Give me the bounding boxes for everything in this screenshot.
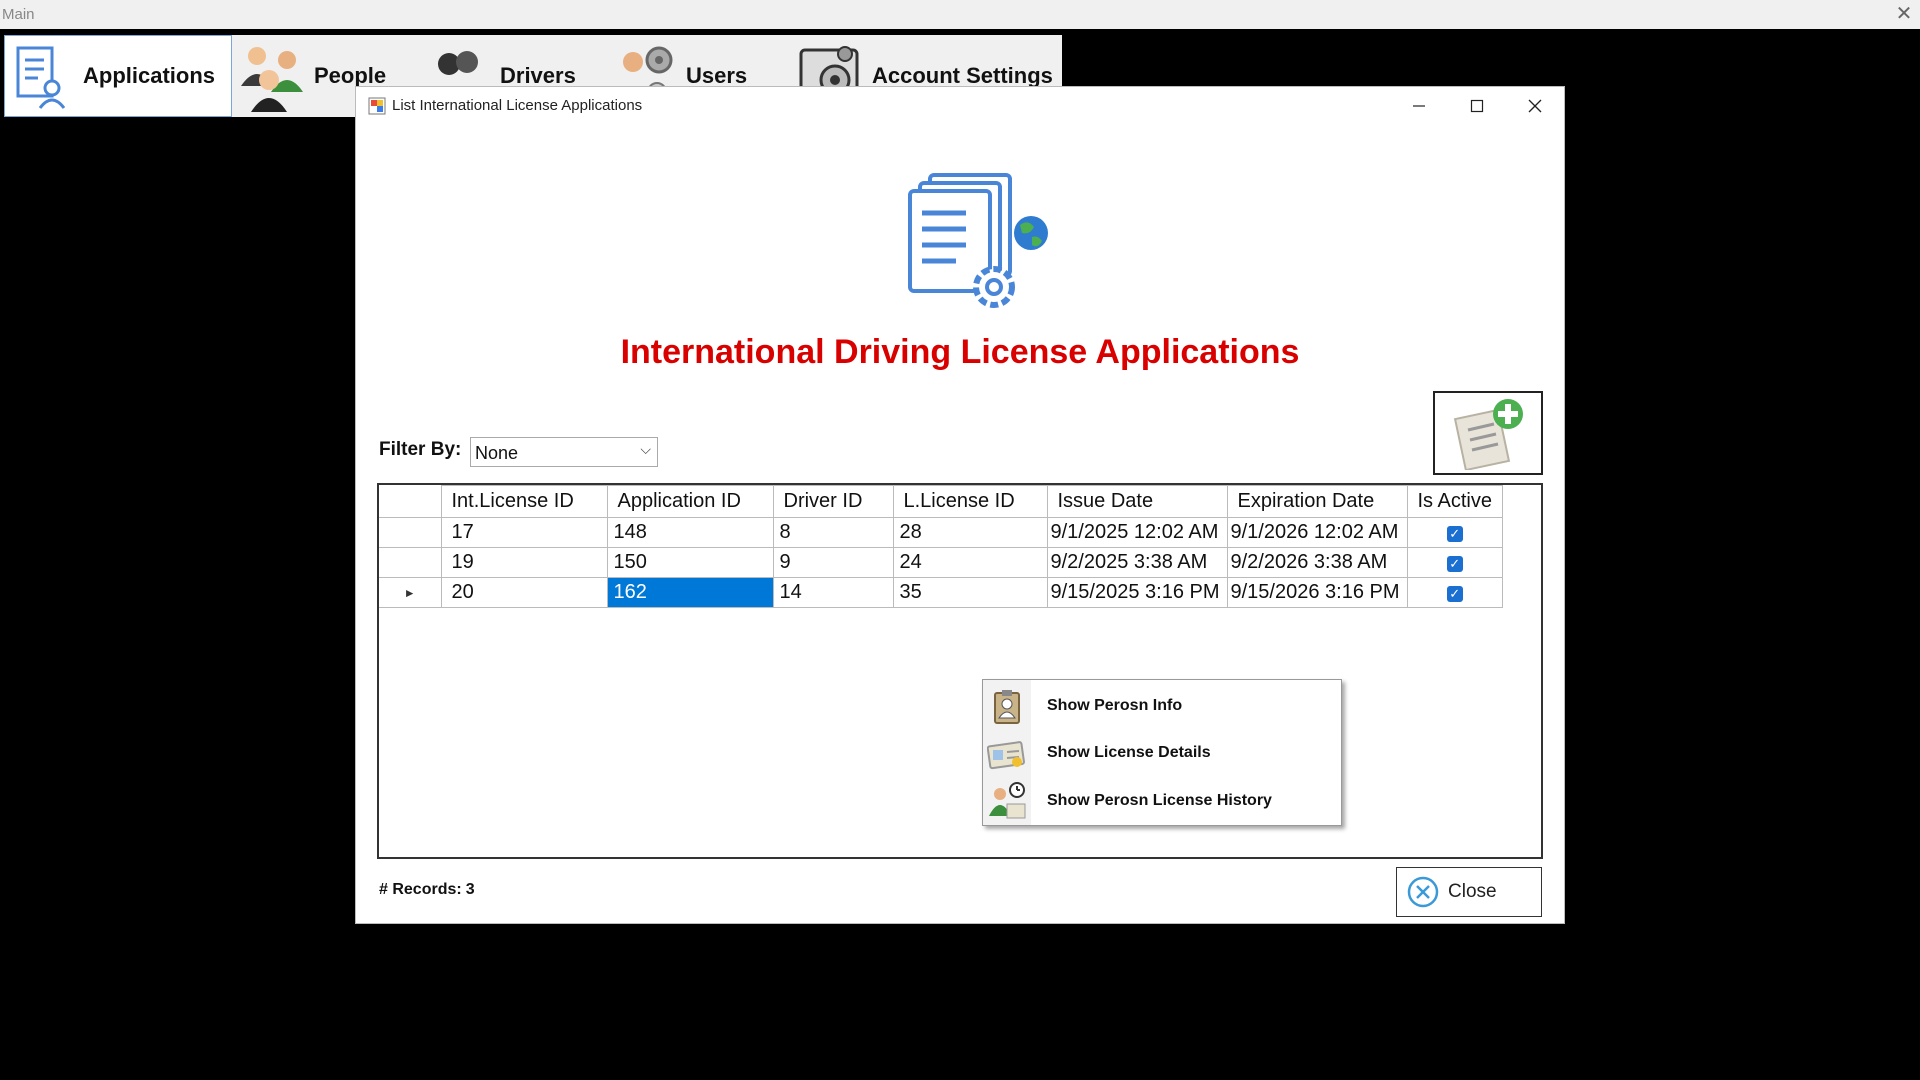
add-international-license-button[interactable]	[1433, 391, 1543, 475]
cell-driver-id[interactable]: 9	[772, 547, 894, 578]
minimize-icon	[1413, 105, 1425, 107]
row-header[interactable]	[379, 547, 442, 578]
context-item-show-person-info[interactable]: Show Perosn Info	[983, 683, 1341, 729]
dialog-title: List International License Applications	[392, 97, 643, 114]
maximize-icon	[1470, 99, 1484, 113]
cell-driver-id[interactable]: 14	[772, 577, 894, 608]
chevron-down-icon: ⌵	[640, 441, 651, 457]
close-circle-icon	[1407, 876, 1439, 908]
cell-issue-date[interactable]: 9/15/2025 3:16 PM	[1046, 577, 1228, 608]
column-header[interactable]: Driver ID	[772, 485, 894, 518]
cell-application-id[interactable]: 148	[606, 517, 774, 548]
row-header-corner	[379, 485, 442, 518]
cell-expiration-date[interactable]: 9/1/2026 12:02 AM	[1226, 517, 1408, 548]
dialog-close-x-button[interactable]	[1506, 87, 1564, 125]
table-header-row: Int.License ID Application ID Driver ID …	[379, 485, 1503, 518]
is-active-checkbox[interactable]: ✓	[1446, 556, 1463, 572]
cell-is-active[interactable]: ✓	[1406, 517, 1503, 548]
filter-by-value: None	[475, 443, 519, 463]
cell-int-license-id[interactable]: 17	[440, 517, 608, 548]
applications-icon	[5, 40, 77, 112]
dialog-titlebar: List International License Applications	[356, 87, 1564, 125]
cell-expiration-date[interactable]: 9/15/2026 3:16 PM	[1226, 577, 1408, 608]
cell-issue-date[interactable]: 9/2/2025 3:38 AM	[1046, 547, 1228, 578]
cell-application-id[interactable]: 150	[606, 547, 774, 578]
row-context-menu: Show Perosn Info Show License Details Sh…	[982, 679, 1342, 826]
list-international-license-dialog: List International License Applications …	[355, 86, 1565, 924]
page-heading: International Driving License Applicatio…	[620, 333, 1300, 371]
table-row[interactable]: 17 148 8 28 9/1/2025 12:02 AM 9/1/2026 1…	[379, 517, 1503, 548]
maximize-button[interactable]	[1448, 87, 1506, 125]
filter-by-label: Filter By:	[379, 439, 462, 460]
records-count: # Records: 3	[379, 881, 475, 899]
license-history-icon	[983, 778, 1031, 824]
context-item-label: Show Perosn Info	[1047, 697, 1183, 714]
cell-int-license-id[interactable]: 20	[440, 577, 608, 608]
records-label: # Records:	[379, 881, 462, 898]
menu-applications[interactable]: Applications	[4, 35, 232, 117]
is-active-checkbox[interactable]: ✓	[1446, 526, 1463, 542]
column-header[interactable]: Int.License ID	[440, 485, 608, 518]
cell-expiration-date[interactable]: 9/2/2026 3:38 AM	[1226, 547, 1408, 578]
column-header[interactable]: L.License ID	[892, 485, 1048, 518]
context-item-show-license-details[interactable]: Show License Details	[983, 730, 1341, 776]
table-row-selected[interactable]: ► 20 162 14 35 9/15/2025 3:16 PM 9/15/20…	[379, 577, 1503, 608]
records-value: 3	[465, 881, 475, 898]
license-card-icon	[983, 730, 1031, 776]
licenses-grid[interactable]: Int.License ID Application ID Driver ID …	[377, 483, 1543, 859]
menu-applications-label: Applications	[83, 63, 216, 88]
row-header-current[interactable]: ►	[379, 577, 442, 608]
context-item-show-person-license-history[interactable]: Show Perosn License History	[983, 778, 1341, 824]
app-window-icon	[368, 97, 386, 115]
context-item-label: Show License Details	[1047, 744, 1211, 761]
cell-l-license-id[interactable]: 28	[892, 517, 1048, 548]
table-row[interactable]: 19 150 9 24 9/2/2025 3:38 AM 9/2/2026 3:…	[379, 547, 1503, 578]
main-close-button[interactable]: ✕	[1892, 2, 1916, 26]
cell-l-license-id[interactable]: 35	[892, 577, 1048, 608]
cell-is-active[interactable]: ✓	[1406, 577, 1503, 608]
licenses-table: Int.License ID Application ID Driver ID …	[379, 485, 1503, 608]
people-icon	[236, 40, 308, 112]
column-header[interactable]: Issue Date	[1046, 485, 1228, 518]
close-button[interactable]: Close	[1396, 867, 1542, 917]
cell-is-active[interactable]: ✓	[1406, 547, 1503, 578]
cell-driver-id[interactable]: 8	[772, 517, 894, 548]
cell-application-id-selected[interactable]: 162	[606, 577, 774, 608]
close-button-label: Close	[1448, 881, 1497, 902]
main-window-title: Main	[2, 6, 35, 23]
person-card-icon	[983, 683, 1031, 729]
cell-issue-date[interactable]: 9/1/2025 12:02 AM	[1046, 517, 1228, 548]
column-header[interactable]: Is Active	[1406, 485, 1503, 518]
column-header[interactable]: Application ID	[606, 485, 774, 518]
context-item-label: Show Perosn License History	[1047, 792, 1272, 809]
row-header[interactable]	[379, 517, 442, 548]
cell-int-license-id[interactable]: 19	[440, 547, 608, 578]
is-active-checkbox[interactable]: ✓	[1446, 586, 1463, 602]
column-header[interactable]: Expiration Date	[1226, 485, 1408, 518]
main-titlebar: Main ✕	[0, 0, 1920, 29]
cell-l-license-id[interactable]: 24	[892, 547, 1048, 578]
filter-by-select[interactable]: None ⌵	[470, 437, 658, 467]
add-document-icon	[1453, 399, 1523, 470]
close-icon	[1528, 99, 1542, 113]
international-applications-icon	[886, 167, 1066, 317]
minimize-button[interactable]	[1390, 87, 1448, 125]
